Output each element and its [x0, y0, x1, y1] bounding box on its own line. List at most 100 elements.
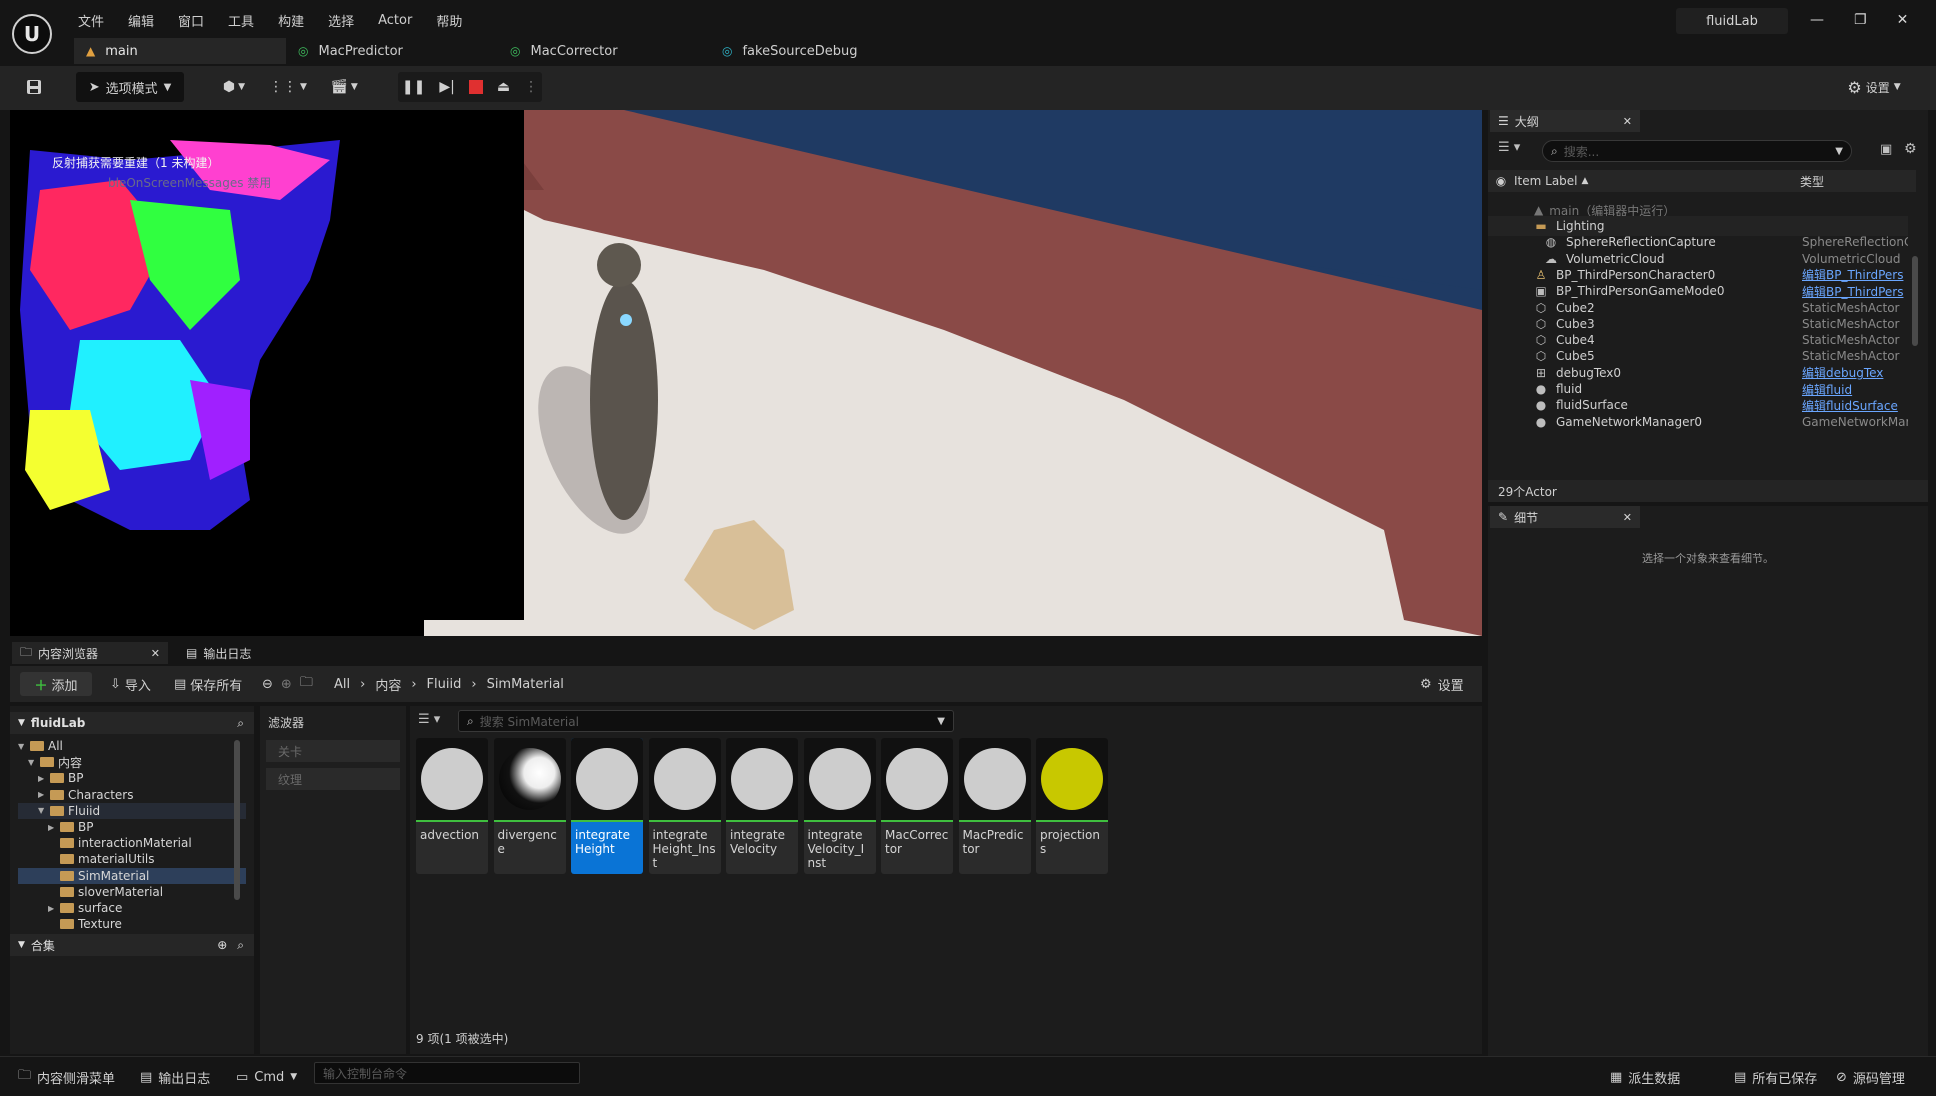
- chevron-right-icon[interactable]: ▶: [38, 774, 50, 783]
- close-icon[interactable]: ✕: [1623, 511, 1632, 524]
- collections-header[interactable]: ▼ 合集 ⊕ ⌕: [10, 934, 254, 956]
- sources-header[interactable]: ▼ fluidLab ⌕: [10, 712, 254, 734]
- unreal-logo-icon[interactable]: U: [12, 14, 52, 54]
- close-icon[interactable]: ✕: [1897, 12, 1909, 28]
- folder-tree-item[interactable]: ▼ 内容: [18, 754, 246, 770]
- folder-tree-item[interactable]: ▼ Fluiid: [18, 802, 246, 819]
- back-icon[interactable]: ⊖: [262, 677, 273, 692]
- breadcrumb-item[interactable]: All: [334, 677, 350, 692]
- col-type[interactable]: 类型: [1800, 173, 1824, 190]
- menu-edit[interactable]: 编辑: [116, 11, 166, 30]
- close-icon[interactable]: ✕: [151, 647, 160, 660]
- chevron-right-icon[interactable]: ▶: [48, 823, 60, 832]
- stop-icon[interactable]: [468, 80, 483, 94]
- folder-tree-item[interactable]: ▶ BP: [18, 819, 246, 835]
- outliner-search-input[interactable]: ⌕ 搜索... ▼: [1542, 140, 1852, 162]
- add-actor-button[interactable]: ⬢ ▼: [214, 72, 254, 102]
- asset-tile[interactable]: integrate Height_Inst: [648, 738, 721, 874]
- content-settings-button[interactable]: ⚙ 设置: [1420, 672, 1464, 696]
- character-icon: ♙: [1535, 267, 1547, 282]
- menu-window[interactable]: 窗口: [166, 11, 216, 30]
- chevron-right-icon[interactable]: ▶: [48, 904, 60, 913]
- step-icon[interactable]: ▶|: [439, 79, 454, 95]
- pause-icon[interactable]: ❚❚: [402, 79, 425, 95]
- output-log-button[interactable]: ▤ 输出日志: [140, 1065, 210, 1089]
- import-button[interactable]: ⇩ 导入: [110, 672, 151, 696]
- level-icon: ▲: [86, 44, 96, 58]
- chevron-down-icon[interactable]: ▼: [18, 742, 30, 751]
- asset-tile[interactable]: MacPredictor: [958, 738, 1031, 874]
- tab-main[interactable]: ▲ main: [74, 38, 286, 64]
- asset-tile[interactable]: integrate Velocity: [726, 738, 798, 874]
- menu-actor[interactable]: Actor: [366, 13, 424, 28]
- forward-icon[interactable]: ⊕: [281, 677, 292, 692]
- level-viewport[interactable]: 反射捕获需要重建（1 未构建） bleOnScreenMessages 禁用: [10, 110, 1482, 636]
- folder-tree-item[interactable]: sloverMaterial: [18, 884, 246, 900]
- console-command-input[interactable]: 输入控制台命令: [314, 1062, 580, 1084]
- gear-icon[interactable]: ⚙: [1904, 141, 1917, 157]
- chevron-down-icon[interactable]: ▼: [38, 806, 50, 815]
- eject-icon[interactable]: ⏏: [497, 79, 510, 95]
- folder-tree-item[interactable]: SimMaterial: [18, 867, 246, 884]
- save-icon[interactable]: [20, 72, 48, 102]
- chevron-right-icon[interactable]: ▶: [38, 790, 50, 799]
- folder-tree-item[interactable]: materialUtils: [18, 851, 246, 867]
- tab-macpredictor[interactable]: ◎ MacPredictor: [286, 38, 498, 64]
- folder-tree-item[interactable]: ▶ BP: [18, 770, 246, 786]
- tab-output-log[interactable]: ▤ 输出日志: [178, 642, 288, 664]
- blueprint-button[interactable]: ⋮⋮ ▼: [268, 72, 308, 102]
- cinematics-button[interactable]: 🎬︎ ▼: [324, 72, 364, 102]
- settings-button[interactable]: ⚙ 设置 ▼: [1838, 72, 1910, 102]
- col-item-label[interactable]: Item Label: [1514, 174, 1578, 188]
- filter-icon[interactable]: ☰ ▾: [1498, 140, 1520, 155]
- tab-details[interactable]: ✎ 细节 ✕: [1490, 506, 1640, 528]
- source-control-button[interactable]: ⊘ 源码管理: [1836, 1065, 1905, 1089]
- derived-data-button[interactable]: ▦ 派生数据: [1610, 1065, 1680, 1089]
- more-icon[interactable]: ⋮: [524, 79, 538, 95]
- folder-tree-item[interactable]: ▶ surface: [18, 900, 246, 916]
- add-collection-icon[interactable]: ⊕: [217, 938, 227, 952]
- filter-levels[interactable]: 关卡: [266, 740, 400, 762]
- visibility-icon[interactable]: ◉: [1488, 174, 1514, 188]
- folder-tree-item[interactable]: ▶ Characters: [18, 787, 246, 803]
- folder-tree-item[interactable]: interactionMaterial: [18, 835, 246, 851]
- folder-icon: [60, 822, 74, 832]
- outliner-row[interactable]: ● GameNetworkManager0 GameNetworkMar: [1488, 412, 1908, 432]
- minimize-icon[interactable]: —: [1810, 12, 1824, 28]
- asset-tile[interactable]: MacCorrector: [881, 738, 953, 874]
- asset-tile[interactable]: integrate Height: [571, 738, 643, 874]
- add-button[interactable]: ＋ 添加: [20, 672, 92, 696]
- folder-tree-item[interactable]: Texture: [18, 916, 246, 932]
- tab-outliner[interactable]: ☰ 大纲 ✕: [1490, 110, 1640, 132]
- asset-tile[interactable]: integrate Velocity_Inst: [803, 738, 876, 874]
- tab-content-browser[interactable]: 🗀︎ 内容浏览器 ✕: [12, 642, 168, 664]
- search-icon[interactable]: ⌕: [237, 716, 244, 731]
- save-all-button[interactable]: ▤ 保存所有: [174, 672, 242, 696]
- tab-maccorrector[interactable]: ◎ MacCorrector: [498, 38, 710, 64]
- menu-help[interactable]: 帮助: [424, 11, 474, 30]
- menu-tools[interactable]: 工具: [216, 11, 266, 30]
- asset-tile[interactable]: divergence: [493, 738, 566, 874]
- restore-icon[interactable]: ❐: [1854, 12, 1867, 28]
- tab-fakesourcedebug[interactable]: ◎ fakeSourceDebug: [710, 38, 922, 64]
- content-drawer-button[interactable]: 🗀︎ 内容侧滑菜单: [18, 1065, 115, 1089]
- breadcrumb-item[interactable]: 内容: [375, 675, 401, 694]
- cmd-selector[interactable]: ▭ Cmd ▼: [236, 1065, 297, 1089]
- search-icon[interactable]: ⌕: [237, 938, 244, 953]
- all-saved-button[interactable]: ▤ 所有已保存: [1734, 1065, 1817, 1089]
- breadcrumb-item[interactable]: SimMaterial: [487, 677, 564, 692]
- add-folder-icon[interactable]: ▣: [1880, 142, 1892, 157]
- tree-scrollbar[interactable]: [234, 740, 240, 900]
- mode-selector[interactable]: ➤ 选项模式 ▼: [76, 72, 184, 102]
- breadcrumb-item[interactable]: Fluiid: [427, 677, 462, 692]
- filter-textures[interactable]: 纹理: [266, 768, 400, 790]
- menu-select[interactable]: 选择: [316, 11, 366, 30]
- menu-build[interactable]: 构建: [266, 11, 316, 30]
- chevron-down-icon[interactable]: ▼: [28, 758, 40, 767]
- close-icon[interactable]: ✕: [1623, 115, 1632, 128]
- outliner-scrollbar[interactable]: [1912, 256, 1918, 346]
- asset-tile[interactable]: projections: [1036, 738, 1108, 874]
- folder-tree-item[interactable]: ▼ All: [18, 738, 246, 754]
- asset-tile[interactable]: advection: [416, 738, 488, 874]
- menu-file[interactable]: 文件: [66, 11, 116, 30]
